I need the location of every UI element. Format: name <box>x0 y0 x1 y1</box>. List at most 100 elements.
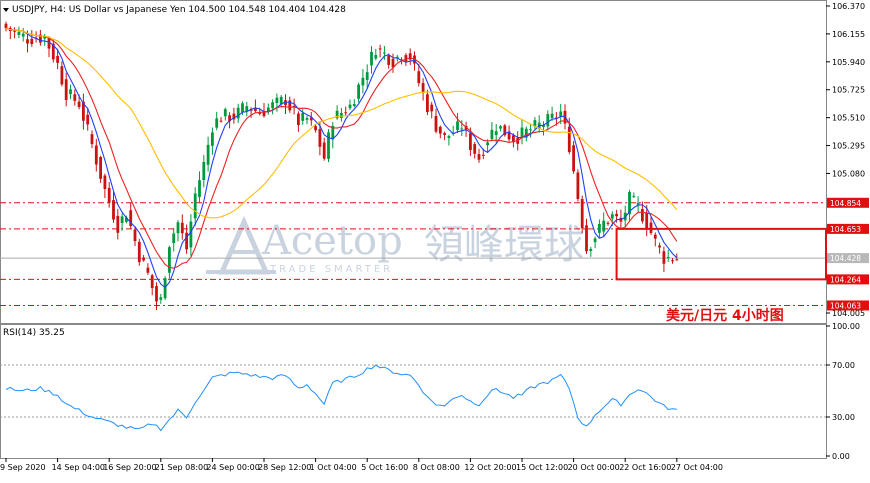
candle-body <box>275 97 279 104</box>
level-label: 104.063 <box>830 301 861 310</box>
time-tick-label: 16 Sep 20:00 <box>103 463 156 472</box>
candle-body <box>64 79 68 101</box>
time-tick-label: 9 Sep 2020 <box>0 463 46 472</box>
candle-body <box>168 247 171 273</box>
candle-body <box>56 55 59 63</box>
candle-body <box>357 84 360 99</box>
candle-body <box>30 38 34 45</box>
candle-body <box>460 128 464 130</box>
candle-body <box>365 72 369 80</box>
candle-body <box>271 102 274 109</box>
candle-body <box>421 83 425 93</box>
usdjpy-h4-chart: Acetop 領峰環球 TRADE SMARTER 106.370106.155… <box>0 0 870 479</box>
time-tick-label: 22 Oct 16:00 <box>619 463 671 472</box>
candle-body <box>223 109 227 117</box>
time-tick-label: 5 Oct 16:00 <box>361 463 408 472</box>
time-tick-label: 8 Oct 08:00 <box>413 463 460 472</box>
candle-body <box>580 198 584 229</box>
watermark-tagline: TRADE SMARTER <box>269 264 393 275</box>
rsi-tick-label: 30.00 <box>832 413 855 422</box>
level-label: 104.854 <box>830 199 861 208</box>
candle-body <box>133 229 137 242</box>
rsi-tick-label: 100.00 <box>832 322 860 331</box>
symbol-header: USDJPY, H4: US Dollar vs Japanese Yen 10… <box>3 5 346 15</box>
time-tick-label: 21 Sep 08:00 <box>155 463 208 472</box>
time-tick-label: 27 Oct 04:00 <box>671 463 723 472</box>
candle-body <box>352 104 356 107</box>
candle-body <box>546 114 550 127</box>
time-tick-label: 20 Oct 00:00 <box>568 463 620 472</box>
candle-body <box>490 129 494 140</box>
time-tick-label: 12 Oct 20:00 <box>464 463 516 472</box>
chart-caption: 美元/日元 4小时图 <box>666 307 784 324</box>
candle-body <box>606 222 610 224</box>
time-tick-label: 14 Sep 04:00 <box>52 463 105 472</box>
price-tick-label: 105.940 <box>832 58 865 67</box>
rsi-label: RSI(14) 35.25 <box>3 328 65 338</box>
candle-body <box>383 52 386 54</box>
time-tick-label: 24 Sep 00:00 <box>206 463 259 472</box>
candle-body <box>404 55 408 62</box>
candle-body <box>301 113 305 121</box>
candle-body <box>615 213 618 217</box>
candle-body <box>486 142 489 146</box>
candle-body <box>26 39 29 44</box>
candle-body <box>176 222 180 234</box>
candle-body <box>112 200 115 220</box>
symbol-info: USDJPY, H4: US Dollar vs Japanese Yen 10… <box>12 5 346 15</box>
candle-body <box>86 114 90 125</box>
candle-body <box>658 245 661 248</box>
current-price-label: 104.428 <box>830 254 861 263</box>
candle-body <box>662 251 666 264</box>
candle-body <box>202 161 206 181</box>
candle-body <box>585 225 588 252</box>
candle-body <box>107 187 111 203</box>
candle-body <box>426 94 429 113</box>
candle-body <box>529 129 532 131</box>
rsi-tick-label: 70.00 <box>832 361 855 370</box>
candle-body <box>374 55 378 59</box>
candle-body <box>314 126 317 131</box>
time-tick-label: 15 Oct 12:00 <box>516 463 568 472</box>
candle-body <box>456 121 459 130</box>
candle-body <box>137 241 141 263</box>
candle-body <box>576 172 580 199</box>
candle-body <box>245 106 249 112</box>
candle-body <box>297 113 300 126</box>
candle-body <box>193 193 197 219</box>
candle-body <box>473 144 477 154</box>
candle-body <box>387 55 391 65</box>
candle-body <box>17 31 21 35</box>
candle-body <box>116 215 120 233</box>
candle-body <box>344 112 348 114</box>
rsi-tick-label: 0.00 <box>832 452 850 461</box>
candle-body <box>215 118 219 128</box>
price-tick-label: 105.510 <box>832 114 865 123</box>
candle-body <box>378 48 382 50</box>
candle-body <box>430 104 434 112</box>
candle-body <box>327 132 330 159</box>
candle-body <box>120 216 124 223</box>
candle-body <box>593 238 597 243</box>
candle-body <box>494 131 498 136</box>
candle-body <box>417 71 421 84</box>
price-tick-label: 106.155 <box>832 30 865 39</box>
candle-body <box>155 286 158 302</box>
candle-body <box>322 142 326 159</box>
candle-body <box>666 256 670 258</box>
candle-body <box>641 209 644 222</box>
candle-body <box>77 101 81 108</box>
candle-body <box>219 120 223 122</box>
price-tick-label: 105.725 <box>832 86 865 95</box>
candle-body <box>602 220 606 232</box>
candle-body <box>241 103 244 113</box>
candle-body <box>589 248 593 251</box>
candle-body <box>443 133 446 135</box>
candle-body <box>172 233 176 244</box>
candle-body <box>189 221 193 248</box>
candle-body <box>211 132 214 146</box>
candle-body <box>142 257 145 261</box>
candle-body <box>94 145 98 165</box>
level-label: 104.653 <box>830 225 861 234</box>
candle-body <box>610 214 614 219</box>
